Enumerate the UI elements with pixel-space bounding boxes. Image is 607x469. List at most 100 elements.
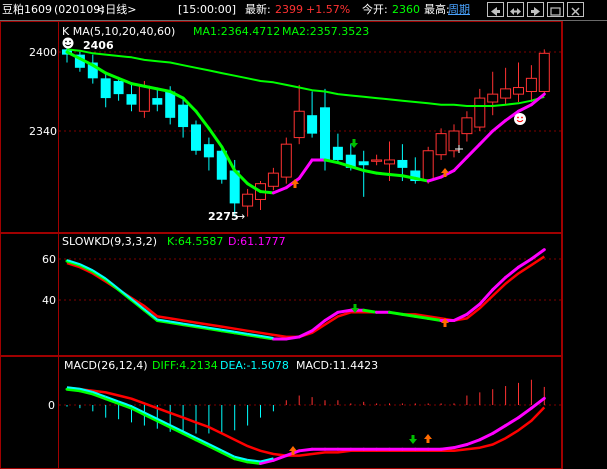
candle-body-down (307, 115, 318, 134)
ma-fast-segment (517, 103, 533, 113)
ma-fast-segment (362, 169, 379, 175)
candle-body-down (203, 144, 214, 158)
kd-k-segment (284, 335, 301, 341)
latest-value: 2399 (275, 3, 303, 16)
candle-body-up (371, 159, 383, 162)
double-arrow-icon (510, 8, 521, 15)
candle-body-down (178, 104, 189, 128)
candle-body-up (267, 172, 279, 187)
min-arrow-glyph: → (236, 210, 245, 223)
ma-fast-segment (465, 142, 482, 159)
candle-body-down (397, 159, 408, 168)
macd-value-label: MACD:11.4423 (296, 359, 378, 372)
latest-label: 最新: (245, 3, 271, 16)
kd-k-highlight (117, 287, 133, 300)
kd-k-segment (400, 312, 417, 318)
cycle-link[interactable]: 周期 (448, 3, 470, 17)
nav-prev-button[interactable] (487, 2, 504, 17)
candle-body-up (538, 52, 550, 92)
candle-body-down (165, 91, 176, 118)
candle-body-up (461, 117, 473, 135)
ma-fast-segment (104, 71, 121, 80)
change-percent: +1.57% (306, 3, 351, 16)
ma-slow-line (66, 48, 545, 107)
candle-body-up (525, 77, 537, 93)
macd-diff-segment (529, 396, 546, 410)
kd-k-segment (426, 316, 443, 322)
kd-k-segment (388, 310, 404, 316)
candle-body-down (152, 98, 163, 105)
restore-icon (550, 7, 561, 16)
open-label: 今开: (362, 3, 388, 16)
candle-body-down (126, 94, 137, 105)
main-panel-title: K MA(5,10,20,40,60) (62, 25, 175, 38)
candle-body-up (138, 85, 150, 112)
min-price-label: 2275 (208, 210, 239, 223)
ma-fast-segment (452, 155, 469, 172)
macd-dea-line (66, 386, 546, 457)
candle-body-up (293, 110, 305, 139)
ma-fast-segment (478, 129, 495, 146)
macd-tick-0: 0 (48, 399, 55, 412)
y-tick-2340: 2340 (29, 125, 57, 138)
period-label[interactable]: <日线> (96, 3, 136, 17)
candle-body-up (435, 133, 447, 156)
macd-panel-border (0, 356, 562, 469)
smiley-icon (62, 37, 74, 49)
kd-k-segment (362, 308, 379, 314)
max-price-label: 2406 (83, 39, 114, 52)
ma2-label: MA2:2357.3523 (282, 25, 369, 38)
ma-fast-segment (155, 87, 172, 93)
macd-diff-segment (452, 443, 469, 450)
kd-tick-60: 60 (42, 253, 56, 266)
ma-fast-segment (388, 172, 404, 178)
candle-body-down (100, 78, 111, 99)
macd-diff-segment (491, 424, 508, 435)
candle-body-up (242, 193, 254, 207)
candle-body-up (448, 130, 460, 152)
ma-fast-segment (259, 190, 275, 195)
kd-k-label: K:64.5587 (167, 235, 223, 248)
arrow-right-icon (531, 7, 540, 16)
macd-diff-segment (465, 438, 482, 446)
moving-average-series (65, 48, 546, 195)
buy-arrow-icon (424, 434, 432, 443)
candle-body-up (500, 88, 512, 99)
candle-body-down (113, 80, 124, 95)
chart-area[interactable]: K MA(5,10,20,40,60) MA1:2364.4712 MA2:23… (0, 21, 607, 469)
sell-arrow-icon (409, 435, 417, 444)
window-restore-button[interactable] (547, 2, 564, 17)
candle-body-up (474, 97, 486, 128)
macd-diff-segment (439, 446, 456, 451)
kd-d-label: D:61.1777 (228, 235, 286, 248)
candle-body-up (487, 93, 499, 103)
macd-diff-segment (478, 431, 495, 442)
arrow-left-icon (491, 7, 500, 16)
macd-series (65, 379, 546, 465)
macd-diff-label: DIFF:4.2134 (152, 359, 218, 372)
candle-body-up (280, 143, 292, 178)
smiley-red-icon (514, 113, 526, 125)
nav-first-button[interactable] (507, 2, 524, 17)
kd-tick-40: 40 (42, 294, 56, 307)
ma-fast-segment (375, 171, 391, 176)
time-label: [15:00:00] (178, 3, 236, 16)
kd-k-segment (491, 275, 508, 292)
ma-fast-segment (130, 82, 146, 88)
candle-body-up (513, 87, 524, 95)
kd-d-line (66, 255, 545, 339)
candle-body-down (358, 161, 369, 166)
slowkd-series (65, 248, 546, 341)
kd-k-segment (336, 308, 353, 314)
macd-dea-label: DEA:-1.5078 (220, 359, 289, 372)
symbol-name: 豆粕1609 (2, 3, 52, 16)
macd-panel-title: MACD(26,12,4) (64, 359, 148, 372)
ma-fast-segment (271, 186, 288, 195)
grid-lines (59, 51, 562, 406)
ma-fast-segment (491, 118, 508, 133)
y-tick-2400: 2400 (29, 46, 57, 59)
close-button[interactable] (567, 2, 584, 17)
macd-diff-segment (504, 416, 520, 428)
nav-next-button[interactable] (527, 2, 544, 17)
candle-body-down (332, 146, 343, 160)
